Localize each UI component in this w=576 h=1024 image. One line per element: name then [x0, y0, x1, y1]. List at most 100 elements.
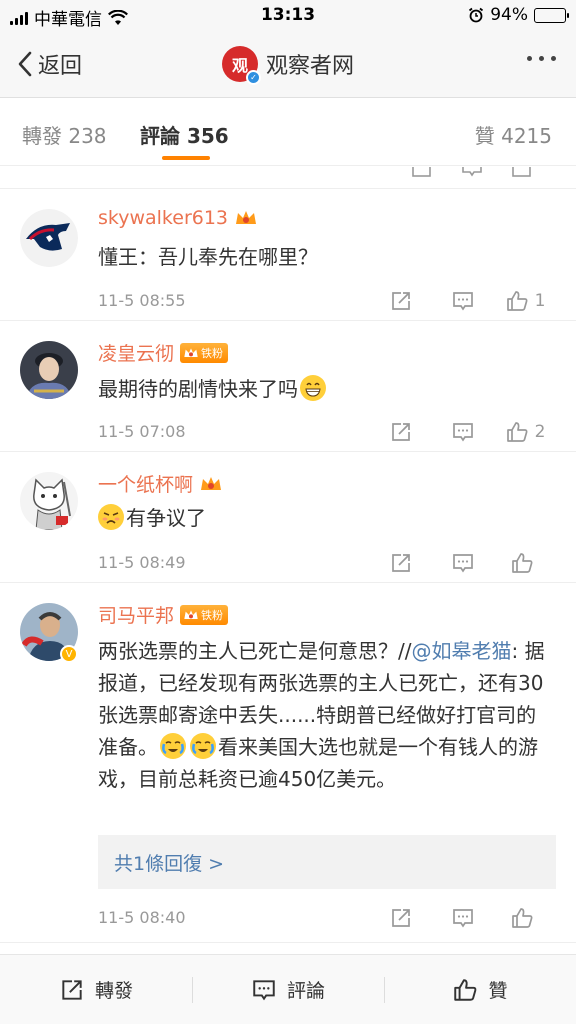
comment-item[interactable]: V 司马平邦 铁粉 两张选票的主人已死亡是何意思？//@如皋老猫: 据报道，已经… [0, 583, 576, 943]
cry-emoji-icon [190, 733, 216, 759]
share-icon [392, 292, 410, 310]
replies-link-text: 共1條回復 > [114, 853, 225, 875]
tab-bar: 轉發 238 評論 356 贊 4215 [0, 98, 576, 166]
repost-icon [412, 167, 431, 177]
crown-icon [199, 473, 223, 495]
cat-illustration-avatar [20, 472, 78, 530]
comment-meta: 11-5 07:08 2 [98, 417, 556, 447]
grin-emoji-icon [300, 375, 326, 401]
like-button[interactable]: 1 [494, 286, 556, 316]
comment-text-body: 有争议了 [126, 506, 206, 530]
battery-icon [534, 7, 569, 23]
mention-link[interactable]: @如皋老猫 [411, 639, 511, 663]
repost-button[interactable] [370, 548, 432, 578]
reply-button[interactable] [432, 286, 494, 316]
bottom-action-bar: 轉發 評論 贊 [0, 954, 576, 1024]
comment-icon [453, 423, 473, 442]
comment-text: 最期待的剧情快来了吗 [98, 373, 556, 405]
share-icon [392, 423, 410, 441]
repost-action-button[interactable]: 轉發 [0, 955, 192, 1024]
fan-badge: 铁粉 [180, 342, 229, 363]
alarm-icon [469, 7, 484, 23]
share-icon [392, 909, 410, 927]
comment-meta: 11-5 08:40 [98, 903, 556, 933]
comment-actions [370, 548, 556, 578]
comment-actions: 2 [370, 417, 556, 447]
pout-emoji-icon [98, 504, 124, 530]
repost-button[interactable] [370, 417, 432, 447]
comment-time: 11-5 08:40 [98, 908, 186, 927]
comment-actions: 1 [370, 286, 556, 316]
username-text: 一个纸杯啊 [98, 474, 194, 496]
comment-text: 有争议了 [98, 502, 556, 534]
nav-bar: 返回 观 ✓ 观察者网 [0, 32, 576, 98]
avatar[interactable] [20, 209, 78, 267]
like-button[interactable] [494, 903, 556, 933]
avatar[interactable] [20, 341, 78, 399]
account-header[interactable]: 观 ✓ 观察者网 [0, 46, 576, 85]
crown-icon [234, 207, 258, 229]
comment-time: 11-5 08:49 [98, 553, 186, 572]
active-tab-indicator [162, 156, 210, 160]
crown-icon [184, 609, 198, 619]
comment-text-part1: 两张选票的主人已死亡是何意思？// [98, 639, 412, 663]
username[interactable]: 司马平邦 铁粉 [98, 601, 229, 628]
reply-button[interactable] [432, 548, 494, 578]
like-button[interactable]: 2 [494, 417, 556, 447]
thumbs-up-icon [512, 553, 533, 573]
repost-button[interactable] [370, 903, 432, 933]
comment-icon [453, 554, 473, 573]
status-bar: 中華電信 13:13 94% [0, 0, 576, 32]
battery-percent: 94% [490, 5, 528, 25]
repost-button[interactable] [370, 286, 432, 316]
comment-item[interactable]: 一个纸杯啊 有争议了 11-5 08:49 [0, 452, 576, 583]
comment-actions [370, 903, 556, 933]
more-options-icon[interactable] [527, 56, 556, 61]
verified-user-icon: V [60, 645, 78, 663]
status-right: 94% [468, 5, 569, 25]
reply-button[interactable] [432, 417, 494, 447]
thumbs-up-icon [512, 908, 533, 928]
avatar[interactable] [20, 472, 78, 530]
reply-button[interactable] [432, 903, 494, 933]
tab-repost[interactable]: 轉發 238 [22, 120, 107, 149]
like-button[interactable] [494, 548, 556, 578]
like-count: 1 [534, 291, 546, 311]
comment-time: 11-5 07:08 [98, 422, 186, 441]
tab-comment[interactable]: 評論 356 [140, 120, 229, 149]
account-logo: 观 ✓ [221, 46, 261, 85]
share-icon [392, 554, 410, 572]
partial-comment-row [0, 167, 576, 189]
username-text: 凌皇云彻 [98, 343, 175, 365]
thumbs-up-icon [506, 422, 528, 442]
comment-icon [253, 979, 275, 1000]
comment-time: 11-5 08:55 [98, 291, 186, 310]
username[interactable]: 凌皇云彻 铁粉 [98, 339, 229, 366]
cry-emoji-icon [160, 733, 186, 759]
comment-feed[interactable]: skywalker613 懂王：吾儿奉先在哪里？ 11-5 08:55 1 凌皇… [0, 167, 576, 954]
comment-action-button[interactable]: 評論 [192, 955, 384, 1024]
patriots-logo-avatar [20, 209, 78, 267]
comment-meta: 11-5 08:49 [98, 548, 556, 578]
username[interactable]: skywalker613 [98, 207, 258, 229]
comment-text: 两张选票的主人已死亡是何意思？//@如皋老猫: 据报道，已经发现有两张选票的主人… [98, 635, 556, 795]
repost-action-label: 轉發 [94, 980, 133, 1002]
user-photo-avatar [20, 341, 78, 399]
comment-item[interactable]: skywalker613 懂王：吾儿奉先在哪里？ 11-5 08:55 1 [0, 189, 576, 321]
comment-text-body: 最期待的剧情快来了吗 [98, 377, 298, 401]
comment-icon [453, 909, 473, 928]
comment-item[interactable]: 凌皇云彻 铁粉 最期待的剧情快来了吗 11-5 07:08 2 [0, 321, 576, 452]
fan-badge: 铁粉 [180, 604, 229, 625]
comment-icon [462, 167, 482, 177]
like-action-button[interactable]: 贊 [384, 955, 576, 1024]
username[interactable]: 一个纸杯啊 [98, 470, 223, 497]
thumbs-up-icon [506, 291, 528, 311]
like-action-label: 贊 [488, 980, 508, 1002]
share-icon [62, 979, 82, 1000]
replies-link[interactable]: 共1條回復 > [98, 835, 556, 889]
tab-like[interactable]: 贊 4215 [475, 120, 552, 149]
page-title: 观察者网 [265, 54, 354, 79]
comment-meta: 11-5 08:55 1 [98, 286, 556, 316]
username-text: 司马平邦 [98, 605, 175, 627]
like-icon [512, 167, 531, 177]
